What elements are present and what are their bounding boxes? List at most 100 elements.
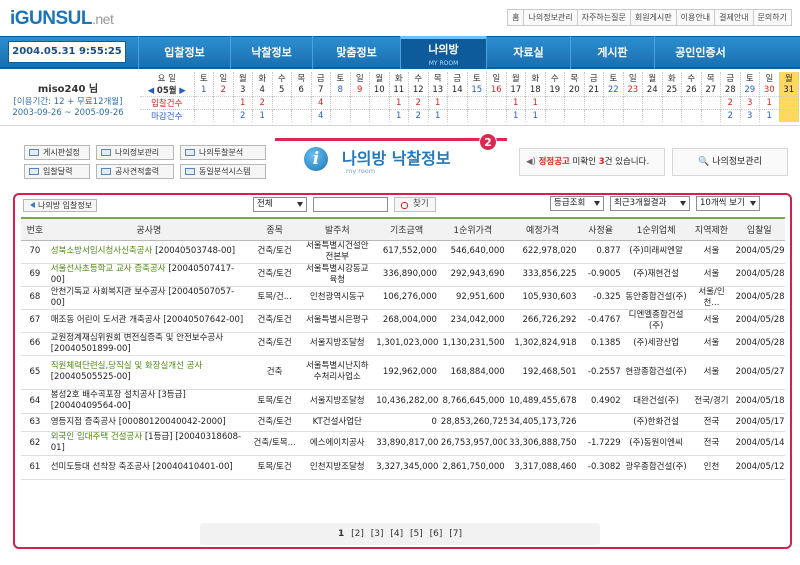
month-selector[interactable]: ◀ 05월 ▶	[140, 84, 195, 97]
period-select[interactable]: 최근3개월결과	[610, 196, 690, 211]
cal-day[interactable]: 16	[486, 84, 507, 97]
cal-close-count[interactable]	[564, 109, 585, 122]
cal-bid-count[interactable]	[369, 96, 390, 110]
project-name[interactable]: 성북소방서임시청사신축공사	[51, 246, 153, 256]
cal-bid-count[interactable]	[350, 96, 370, 110]
top-link[interactable]: 홈	[507, 9, 525, 26]
cal-bid-count[interactable]: 2	[252, 96, 273, 110]
cal-bid-count[interactable]	[213, 96, 234, 110]
bid-calendar-button[interactable]: 입찰달력	[24, 164, 90, 179]
cal-close-count[interactable]	[291, 109, 312, 122]
cal-day[interactable]: 15	[467, 84, 487, 97]
nav-custom-info[interactable]: 맞춤정보	[312, 36, 400, 69]
project-name[interactable]: 외국인 임대주택 건설공사	[51, 432, 142, 442]
page-link[interactable]: [3]	[371, 529, 384, 539]
cal-day[interactable]: 12	[408, 84, 429, 97]
cal-close-count[interactable]	[447, 109, 468, 122]
cal-bid-count[interactable]: 1	[759, 96, 780, 110]
project-name-cell[interactable]: 교원정계재심위원회 변전실증축 및 안전보수공사 [20040501899-00…	[48, 332, 249, 356]
cal-bid-count[interactable]	[681, 96, 702, 110]
cal-bid-count[interactable]	[623, 96, 643, 110]
top-link[interactable]: 문의하기	[752, 9, 792, 26]
cal-day[interactable]: 5	[272, 84, 292, 97]
cal-day[interactable]: 4	[252, 84, 273, 97]
cal-day[interactable]: 22	[603, 84, 624, 97]
cal-close-count[interactable]	[662, 109, 682, 122]
nav-board[interactable]: 게시판	[570, 36, 654, 69]
cal-day[interactable]: 25	[662, 84, 682, 97]
cal-day[interactable]: 20	[564, 84, 585, 97]
page-link[interactable]: [5]	[410, 529, 423, 539]
project-name[interactable]: 영등지점 증축공사	[51, 417, 116, 427]
cal-day[interactable]: 28	[720, 84, 741, 97]
cal-close-count[interactable]	[369, 109, 390, 122]
find-button[interactable]: 찾기	[394, 196, 436, 212]
cal-close-count[interactable]	[701, 109, 721, 122]
cal-close-count[interactable]	[545, 109, 565, 122]
my-info-button[interactable]: 🔍 나의정보관리	[672, 148, 788, 176]
cal-day[interactable]: 27	[701, 84, 721, 97]
my-info-manage-button[interactable]: 나의정보관리	[96, 145, 174, 160]
top-link[interactable]: 이용안내	[675, 9, 716, 26]
cal-bid-count[interactable]	[564, 96, 585, 110]
cal-close-count[interactable]: 1	[252, 109, 273, 122]
site-logo[interactable]: iGUNSUL.net	[10, 8, 114, 30]
page-link[interactable]: [4]	[390, 529, 403, 539]
cal-day[interactable]: 18	[525, 84, 546, 97]
table-row[interactable]: 65 직원체력단련실,당직실 및 화장실개선 공사 [20040505525-00…	[21, 355, 785, 390]
table-row[interactable]: 66 교원정계재심위원회 변전실증축 및 안전보수공사 [20040501899-…	[21, 332, 785, 356]
cal-day[interactable]: 29	[740, 84, 760, 97]
nav-certificate[interactable]: 공인인증서	[654, 36, 746, 69]
project-name-cell[interactable]: 외국인 임대주택 건설공사 [1등급] [20040318608-01]	[48, 431, 249, 456]
cal-day[interactable]: 7	[311, 84, 331, 97]
cal-close-count[interactable]	[681, 109, 702, 122]
project-name-cell[interactable]: 안천기독교 사회복지관 보수공사 [20040507057-00]	[48, 286, 249, 310]
cal-bid-count[interactable]	[779, 96, 799, 110]
cal-bid-count[interactable]	[447, 96, 468, 110]
cal-close-count[interactable]	[603, 109, 624, 122]
cal-close-count[interactable]	[350, 109, 370, 122]
page-link[interactable]: [2]	[351, 529, 364, 539]
nav-award-info[interactable]: 낙찰정보	[230, 36, 312, 69]
cal-day[interactable]: 1	[194, 84, 214, 97]
project-name-cell[interactable]: 봉성2호 배수곡포장 설치공사 [3등급] [20040409564-00]	[48, 389, 249, 414]
top-link[interactable]: 자주하는질문	[576, 9, 631, 26]
cal-day[interactable]: 26	[681, 84, 702, 97]
my-bid-info-link[interactable]: 나의방 입찰정보	[23, 199, 98, 212]
cal-day[interactable]: 31	[779, 84, 799, 97]
cal-bid-count[interactable]	[291, 96, 312, 110]
estimate-print-button[interactable]: 공사견적출력	[96, 164, 174, 179]
cal-bid-count[interactable]	[330, 96, 351, 110]
cal-close-count[interactable]	[467, 109, 487, 122]
cal-close-count[interactable]: 1	[506, 109, 526, 122]
cal-close-count[interactable]	[779, 109, 799, 122]
same-analysis-button[interactable]: 동일분석시스템	[180, 164, 266, 179]
cal-close-count[interactable]: 2	[720, 109, 741, 122]
page-link[interactable]: [6]	[430, 529, 443, 539]
project-name[interactable]: 교원정계재심위원회 변전실증축 및 안전보수공사	[51, 333, 223, 343]
search-scope-select[interactable]: 전체	[253, 196, 307, 212]
nav-archive[interactable]: 자료실	[486, 36, 570, 69]
cal-bid-count[interactable]: 1	[389, 96, 409, 110]
table-row[interactable]: 64 봉성2호 배수곡포장 설치공사 [3등급] [20040409564-00]…	[21, 389, 785, 414]
project-name-cell[interactable]: 선미도등대 선착장 축조공사 [20040410401-00]	[48, 455, 249, 480]
cal-close-count[interactable]	[272, 109, 292, 122]
top-link[interactable]: 결제안내	[714, 9, 754, 26]
table-row[interactable]: 70 성북소방서임시청사신축공사 [20040503748-00] 건축/토건 서울특…	[21, 240, 785, 264]
cal-close-count[interactable]	[213, 109, 234, 122]
cal-close-count[interactable]: 2	[233, 109, 253, 122]
nav-my-room[interactable]: 나의방 MY ROOM	[400, 36, 486, 69]
project-name-cell[interactable]: 매조동 어린이 도서관 개축공사 [20040507642-00]	[48, 309, 249, 333]
project-name[interactable]: 직원체력단련실,당직실 및 화장실개선 공사	[51, 361, 203, 371]
cal-close-count[interactable]: 4	[311, 109, 331, 122]
cal-bid-count[interactable]	[662, 96, 682, 110]
cal-bid-count[interactable]: 2	[720, 96, 741, 110]
cal-bid-count[interactable]	[584, 96, 604, 110]
project-name-cell[interactable]: 서울선사초등학교 교사 증축공사 [20040507417-00]	[48, 263, 249, 287]
cal-bid-count[interactable]: 1	[506, 96, 526, 110]
cal-bid-count[interactable]	[642, 96, 663, 110]
top-link[interactable]: 회원게시판	[629, 9, 677, 26]
cal-close-count[interactable]: 2	[408, 109, 429, 122]
page-size-select[interactable]: 10개씩 보기	[696, 196, 760, 211]
cal-bid-count[interactable]	[701, 96, 721, 110]
